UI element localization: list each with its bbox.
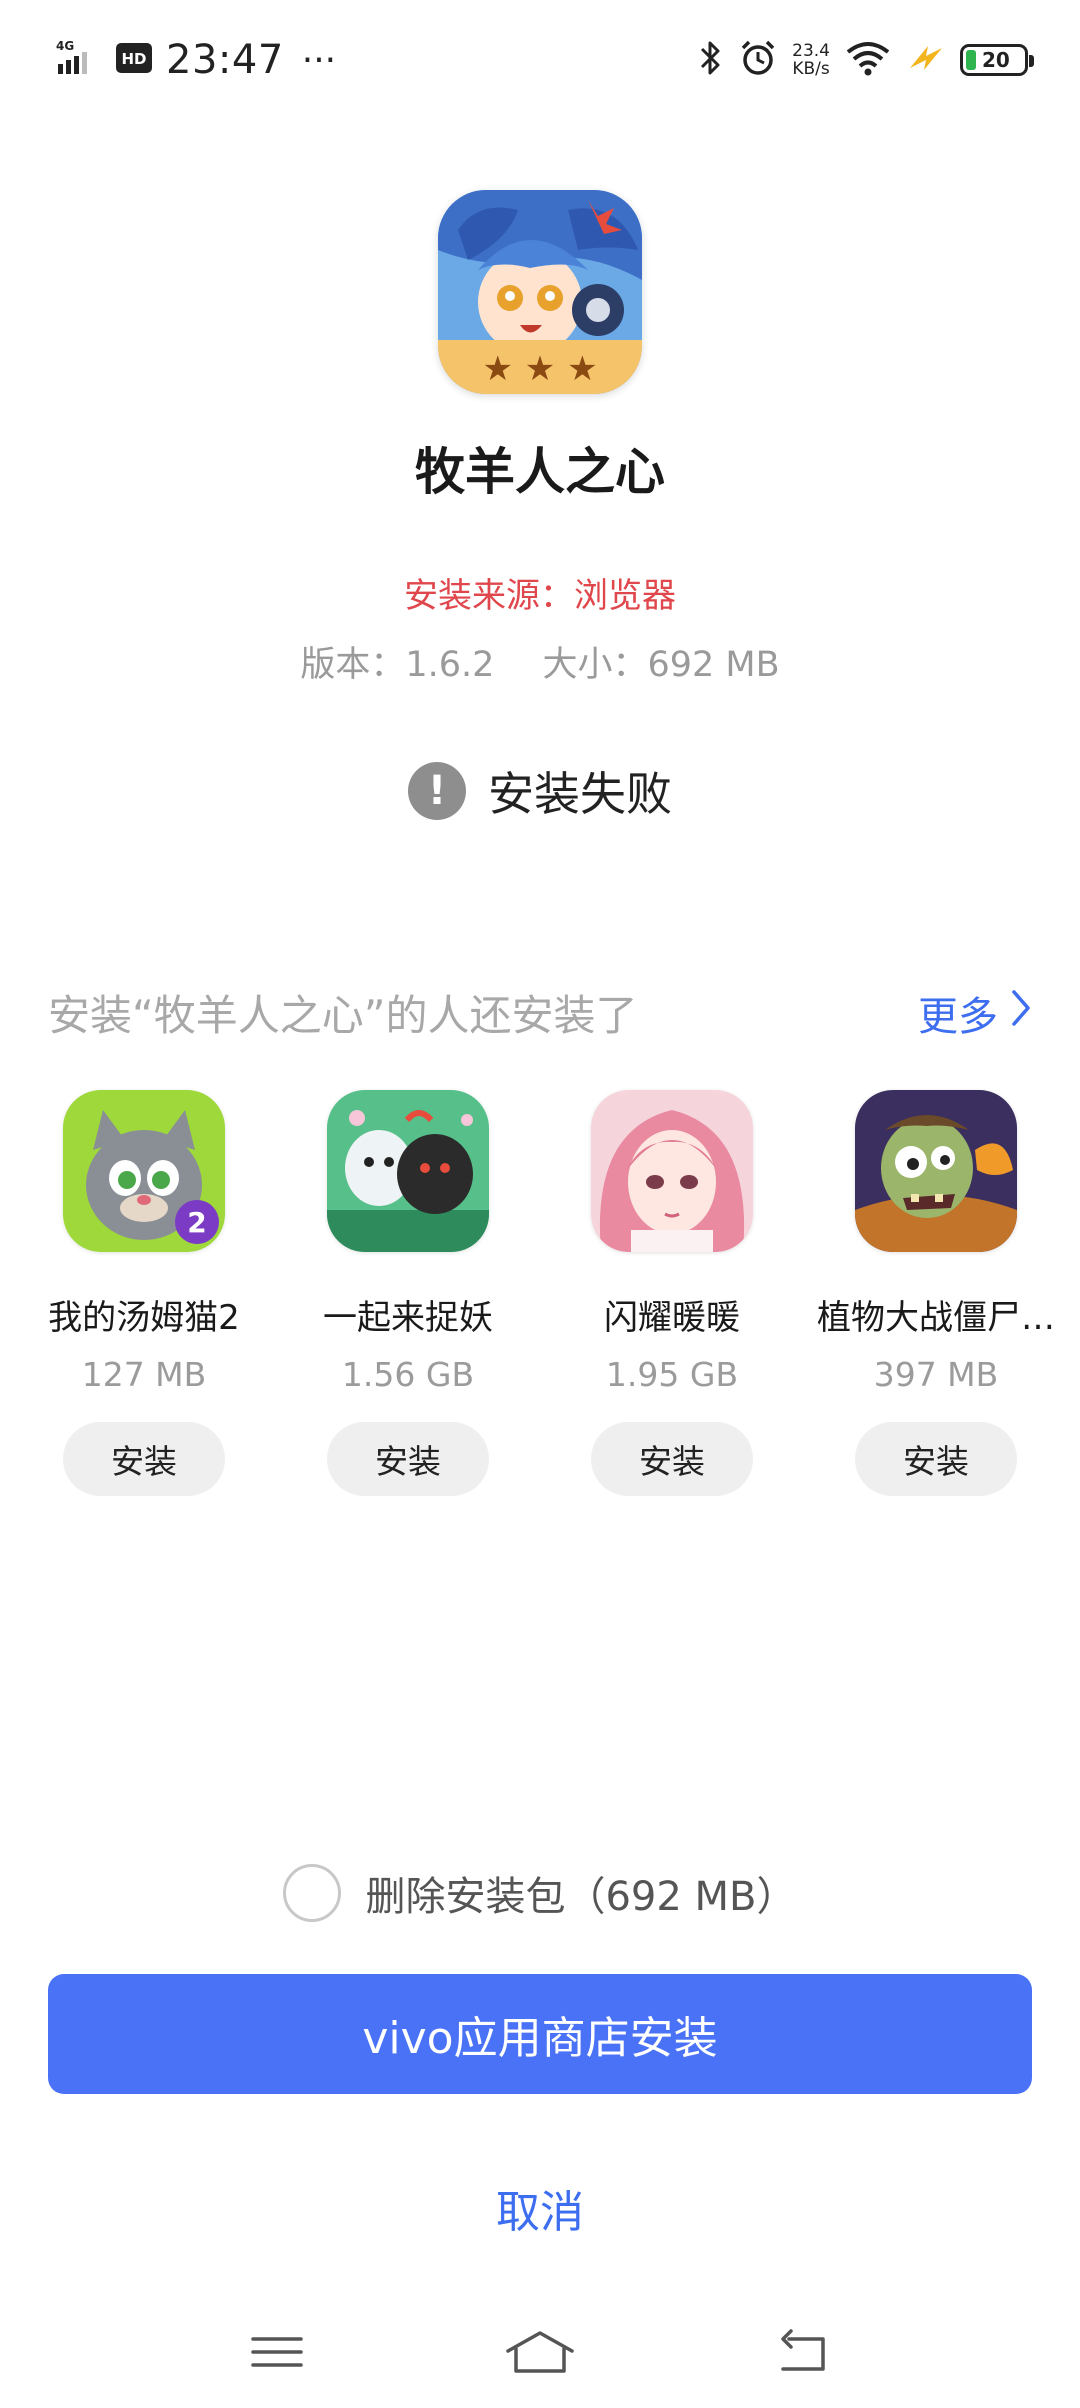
exclamation-icon: ! <box>408 762 466 820</box>
chevron-right-icon <box>1010 988 1032 1038</box>
speed-unit: KB/s <box>792 59 830 79</box>
recommend-item[interactable]: 2 我的汤姆猫2 127 MB 安装 <box>20 1090 268 1496</box>
catch-monster-app-icon[interactable] <box>327 1090 489 1252</box>
more-label: 更多 <box>918 993 998 1040</box>
status-bar: 4G HD 23:47 ··· 23.4 KB/s 20 <box>0 0 1080 120</box>
app-name: 牧羊人之心 <box>415 443 665 501</box>
recommend-item[interactable]: 闪耀暖暖 1.95 GB 安装 <box>548 1090 796 1496</box>
recommend-item[interactable]: 植物大战僵尸… 397 MB 安装 <box>812 1090 1060 1496</box>
recommend-item-name: 一起来捉妖 <box>323 1298 493 1338</box>
recommend-list: 2 我的汤姆猫2 127 MB 安装 一起来捉妖 1.56 GB 安装 闪耀暖暖… <box>0 1090 1080 1496</box>
talking-tom-app-icon[interactable]: 2 <box>63 1090 225 1252</box>
back-icon[interactable] <box>773 2327 833 2381</box>
status-time: 23:47 <box>166 37 284 83</box>
recommend-item-size: 127 MB <box>81 1355 207 1394</box>
alarm-icon <box>738 38 778 82</box>
shining-nikki-app-icon[interactable] <box>591 1090 753 1252</box>
delete-package-radio[interactable] <box>283 1864 342 1922</box>
install-status-text: 安装失败 <box>488 767 672 821</box>
speed-value: 23.4 <box>792 41 830 61</box>
recommend-item-name: 植物大战僵尸… <box>817 1298 1055 1338</box>
recommend-header: 安装“牧羊人之心”的人还安装了 更多 <box>48 982 1032 1043</box>
hd-icon: HD <box>116 43 152 77</box>
app-version: 版本：1.6.2 <box>300 645 495 685</box>
charging-icon <box>906 38 946 82</box>
svg-text:★ ★ ★: ★ ★ ★ <box>482 349 597 389</box>
recommend-item-size: 1.95 GB <box>605 1355 739 1394</box>
network-speed: 23.4 KB/s <box>792 42 830 78</box>
hd-label: HD <box>121 50 146 68</box>
pvz-app-icon[interactable] <box>855 1090 1017 1252</box>
more-link[interactable]: 更多 <box>918 984 1032 1042</box>
install-button[interactable]: 安装 <box>327 1422 489 1496</box>
install-button[interactable]: 安装 <box>855 1422 1017 1496</box>
recommend-item-size: 1.56 GB <box>341 1355 475 1394</box>
status-more-dots: ··· <box>301 39 337 81</box>
recommend-item-size: 397 MB <box>873 1355 999 1394</box>
status-right: 23.4 KB/s 20 <box>698 38 1034 82</box>
install-button[interactable]: 安装 <box>63 1422 225 1496</box>
home-icon[interactable] <box>502 2327 578 2381</box>
install-status: ! 安装失败 <box>0 758 1080 824</box>
svg-text:2: 2 <box>187 1206 206 1239</box>
recommend-title: 安装“牧羊人之心”的人还安装了 <box>48 991 638 1040</box>
install-source: 安装来源：浏览器 <box>404 576 676 616</box>
battery-fill <box>966 50 976 70</box>
wifi-icon <box>844 38 892 82</box>
version-row: 版本：1.6.2 大小：692 MB <box>0 636 1080 687</box>
store-install-button[interactable]: vivo应用商店安装 <box>48 1974 1032 2094</box>
menu-icon[interactable] <box>247 2327 307 2381</box>
network-label: 4G <box>56 39 74 53</box>
bluetooth-icon <box>698 38 724 82</box>
recommend-item[interactable]: 一起来捉妖 1.56 GB 安装 <box>284 1090 532 1496</box>
delete-package-label: 删除安装包（692 MB） <box>365 1874 797 1920</box>
app-size: 大小：692 MB <box>542 645 780 685</box>
recommend-item-name: 我的汤姆猫2 <box>48 1298 240 1338</box>
signal-icon: 4G <box>56 38 102 82</box>
app-icon-game: ★ ★ ★ <box>438 190 642 394</box>
navigation-bar <box>0 2300 1080 2408</box>
recommend-item-name: 闪耀暖暖 <box>604 1298 740 1338</box>
battery-icon: 20 <box>960 44 1034 76</box>
cancel-button[interactable]: 取消 <box>0 2176 1080 2240</box>
delete-package-option[interactable]: 删除安装包（692 MB） <box>0 1864 1080 1922</box>
battery-level: 20 <box>982 48 1010 72</box>
install-button[interactable]: 安装 <box>591 1422 753 1496</box>
status-left: 4G HD 23:47 ··· <box>56 37 336 83</box>
installer-screen: 4G HD 23:47 ··· 23.4 KB/s 20 ★ ★ ★ 牧羊人之心… <box>0 0 1080 2408</box>
